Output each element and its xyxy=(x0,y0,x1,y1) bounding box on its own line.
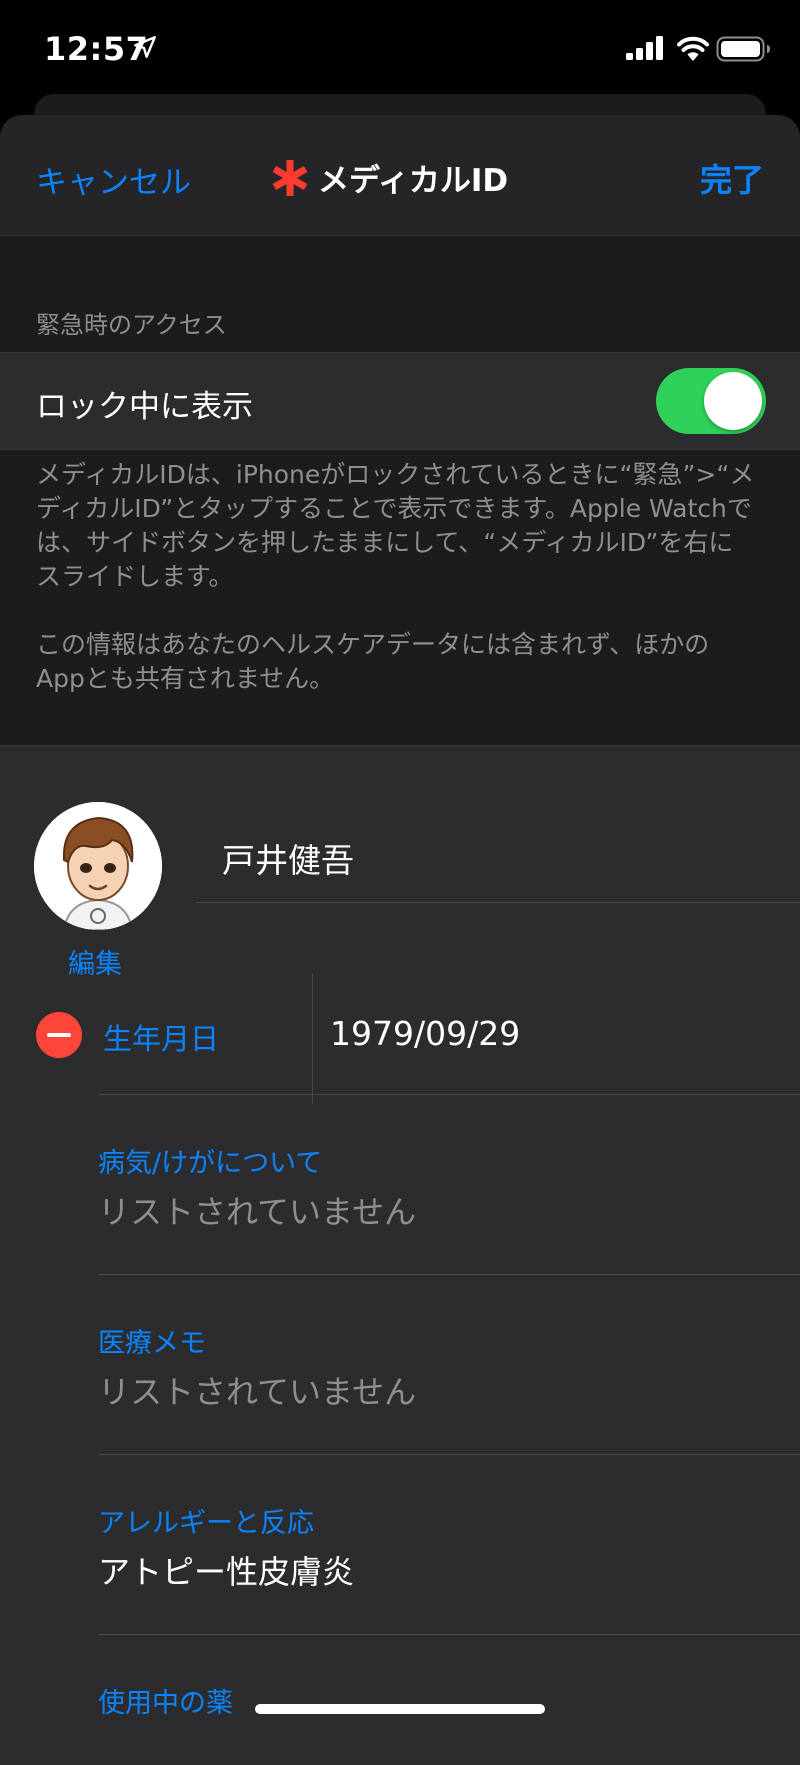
medical-notes-field[interactable]: 医療メモ リストされていません xyxy=(98,1274,800,1455)
battery-icon xyxy=(716,36,770,62)
home-indicator[interactable] xyxy=(255,1704,545,1714)
show-when-locked-row: ロック中に表示 xyxy=(0,352,800,450)
birthdate-divider xyxy=(312,974,313,1104)
done-button[interactable]: 完了 xyxy=(700,155,764,201)
status-bar: 12:57 xyxy=(0,0,800,96)
cancel-button[interactable]: キャンセル xyxy=(36,157,191,202)
birthdate-label: 生年月日 xyxy=(103,1022,220,1056)
emergency-access-note: メディカルIDは、iPhoneがロックされているときに“緊急”>“メディカルID… xyxy=(36,458,756,696)
avatar-illustration xyxy=(34,802,162,930)
nav-title: メディカルID xyxy=(270,155,508,200)
medical-id-sheet: キャンセル メディカルID 完了 緊急時のアクセス ロック中に表示 メディカルI… xyxy=(0,115,800,1765)
field-label: 病気/けがについて xyxy=(98,1148,323,1179)
name-divider xyxy=(196,902,800,903)
birthdate-value[interactable]: 1979/09/29 xyxy=(330,1014,520,1053)
navigation-bar: キャンセル メディカルID 完了 xyxy=(0,115,800,236)
field-label: 医療メモ xyxy=(98,1328,206,1359)
avatar[interactable] xyxy=(34,802,162,930)
medical-conditions-field[interactable]: 病気/けがについて リストされていません xyxy=(98,1094,800,1275)
wifi-icon xyxy=(677,36,709,61)
note-paragraph: メディカルIDは、iPhoneがロックされているときに“緊急”>“メディカルID… xyxy=(36,460,755,591)
show-when-locked-label: ロック中に表示 xyxy=(36,389,253,425)
allergies-field[interactable]: アレルギーと反応 アトピー性皮膚炎 xyxy=(98,1454,800,1635)
profile-section: 編集 戸井健吾 生年月日 1979/09/29 病気/けがについて リストされて… xyxy=(0,745,800,1765)
note-paragraph: この情報はあなたのヘルスケアデータには含まれず、ほかのAppとも共有されません。 xyxy=(36,630,710,693)
field-label: 使用中の薬 xyxy=(98,1688,233,1719)
name-field[interactable]: 戸井健吾 xyxy=(222,834,354,882)
field-value: アトピー性皮膚炎 xyxy=(98,1553,355,1591)
show-when-locked-toggle[interactable] xyxy=(656,368,766,434)
page-title: メディカルID xyxy=(318,163,509,199)
field-value: リストされていません xyxy=(98,1373,417,1411)
medications-field[interactable]: 使用中の薬 xyxy=(98,1634,800,1765)
remove-circle-icon[interactable] xyxy=(36,1012,82,1058)
toggle-knob xyxy=(704,372,762,430)
location-arrow-icon xyxy=(134,36,156,58)
cellular-signal-icon xyxy=(626,36,663,60)
field-value: リストされていません xyxy=(98,1193,417,1231)
field-label: アレルギーと反応 xyxy=(98,1508,314,1539)
birthdate-row: 生年月日 1979/09/29 xyxy=(0,974,800,1104)
emergency-access-header: 緊急時のアクセス xyxy=(36,311,227,339)
medical-asterisk-icon xyxy=(272,159,308,196)
